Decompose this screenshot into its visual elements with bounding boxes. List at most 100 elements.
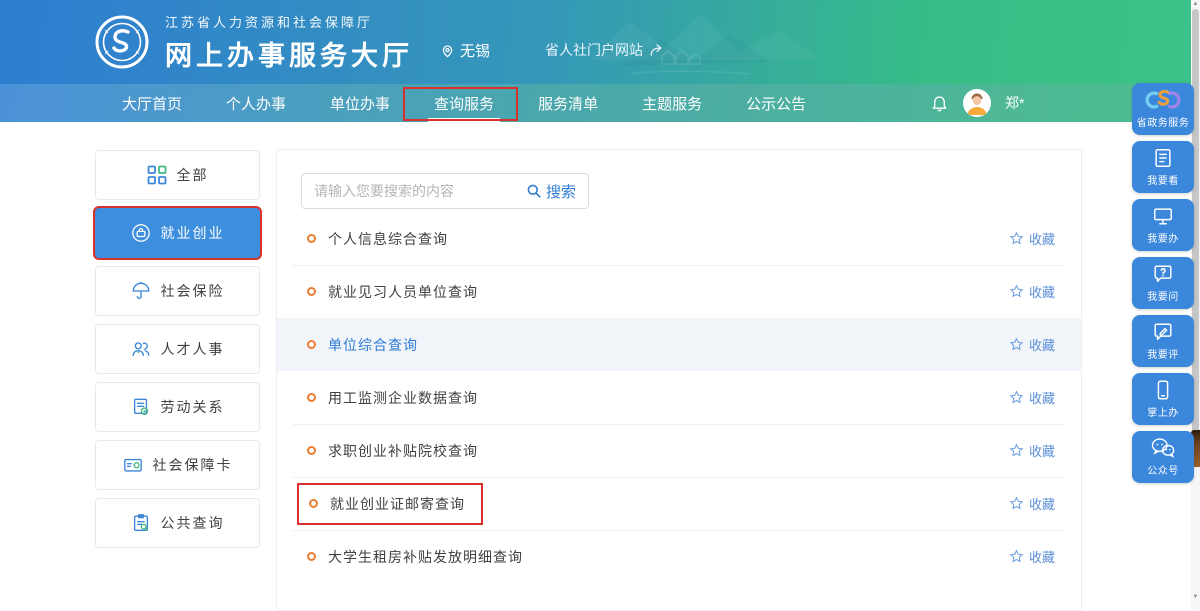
nav-item-service-list[interactable]: 服务清单 — [516, 84, 620, 122]
bullet-icon — [307, 234, 316, 243]
quickbar-wechat-account[interactable]: 公众号 — [1132, 431, 1194, 483]
star-icon — [1009, 231, 1024, 246]
search-input[interactable] — [302, 183, 522, 199]
scrollbar-down-arrow[interactable]: ▼ — [1191, 593, 1200, 602]
sidebar-item-talent[interactable]: 人才人事 — [95, 324, 260, 374]
portal-link[interactable]: 省人社门户网站 — [545, 40, 665, 60]
nav-item-home[interactable]: 大厅首页 — [100, 84, 204, 122]
logged-in-user[interactable]: 郑* — [1005, 93, 1024, 113]
favorite-label: 收藏 — [1029, 388, 1055, 407]
wechat-icon — [1150, 437, 1176, 459]
service-row-certificate-mailing[interactable]: 就业创业证邮寄查询 收藏 — [277, 477, 1081, 530]
user-avatar[interactable] — [963, 89, 991, 117]
service-label: 大学生租房补贴发放明细查询 — [328, 547, 523, 567]
document-icon — [131, 397, 151, 417]
service-row-personal-info[interactable]: 个人信息综合查询 收藏 — [277, 212, 1081, 265]
category-sidebar: 全部 就业创业 社会保险 — [95, 150, 260, 556]
nav-item-theme-services[interactable]: 主题服务 — [620, 84, 724, 122]
sidebar-item-label: 社会保障卡 — [153, 455, 233, 475]
star-icon — [1009, 443, 1024, 458]
favorite-button[interactable]: 收藏 — [1009, 494, 1055, 513]
question-bubble-icon — [1152, 263, 1174, 285]
quickbar-label: 掌上办 — [1147, 404, 1179, 419]
sidebar-item-all[interactable]: 全部 — [95, 150, 260, 200]
bullet-icon — [307, 287, 316, 296]
favorite-button[interactable]: 收藏 — [1009, 388, 1055, 407]
annotation-box-service: 就业创业证邮寄查询 — [297, 483, 483, 525]
star-icon — [1009, 337, 1024, 352]
city-name: 无锡 — [460, 40, 490, 61]
search-box: 搜索 — [301, 173, 589, 209]
department-name: 江苏省人力资源和社会保障厅 — [165, 12, 413, 31]
grid-icon — [147, 165, 167, 185]
service-label: 用工监测企业数据查询 — [328, 388, 478, 408]
service-row-employment-monitoring[interactable]: 用工监测企业数据查询 收藏 — [277, 371, 1081, 424]
quickbar-label: 我要问 — [1147, 288, 1179, 303]
nav-item-unit[interactable]: 单位办事 — [308, 84, 412, 122]
card-icon — [123, 455, 143, 475]
quickbar-gov-service[interactable]: 省政务服务 — [1132, 83, 1194, 135]
quickbar-mobile[interactable]: 掌上办 — [1132, 373, 1194, 425]
agency-logo-icon — [95, 15, 149, 69]
sidebar-item-label: 就业创业 — [161, 223, 225, 243]
city-selector[interactable]: 无锡 — [440, 40, 490, 61]
search-button[interactable]: 搜索 — [522, 181, 588, 202]
people-icon — [131, 339, 151, 359]
favorite-label: 收藏 — [1029, 494, 1055, 513]
nav-item-announcements[interactable]: 公示公告 — [724, 84, 828, 122]
service-label: 求职创业补贴院校查询 — [328, 441, 478, 461]
sidebar-item-labor-relations[interactable]: 劳动关系 — [95, 382, 260, 432]
sidebar-item-label: 人才人事 — [161, 339, 225, 359]
favorite-button[interactable]: 收藏 — [1009, 282, 1055, 301]
sidebar-item-employment[interactable]: 就业创业 — [95, 208, 260, 258]
search-icon — [526, 183, 542, 199]
service-list: 个人信息综合查询 收藏 就业见习人员单位查询 收藏 — [277, 212, 1081, 583]
service-label: 就业创业证邮寄查询 — [330, 494, 465, 514]
nav-item-query-services[interactable]: 查询服务 — [412, 84, 516, 122]
sidebar-item-social-security-card[interactable]: 社会保障卡 — [95, 440, 260, 490]
nav-user-area: 郑* — [930, 84, 1024, 122]
service-row-student-rent-subsidy[interactable]: 大学生租房补贴发放明细查询 收藏 — [277, 530, 1081, 583]
bullet-icon — [307, 340, 316, 349]
location-pin-icon — [440, 43, 455, 59]
quickbar-i-want-to-do[interactable]: 我要办 — [1132, 199, 1194, 251]
quickbar-label: 公众号 — [1147, 462, 1179, 477]
bullet-icon — [307, 446, 316, 455]
sidebar-item-public-query[interactable]: 公共查询 — [95, 498, 260, 548]
favorite-button[interactable]: 收藏 — [1009, 441, 1055, 460]
notification-bell-icon[interactable] — [930, 93, 949, 113]
pencil-bubble-icon — [1152, 321, 1174, 343]
news-icon — [1152, 147, 1174, 169]
avatar-image — [963, 89, 991, 117]
favorite-button[interactable]: 收藏 — [1009, 229, 1055, 248]
favorite-button[interactable]: 收藏 — [1009, 547, 1055, 566]
quickbar-i-want-to-ask[interactable]: 我要问 — [1132, 257, 1194, 309]
nav-items: 大厅首页 个人办事 单位办事 查询服务 服务清单 主题服务 公示公告 — [0, 84, 828, 122]
sidebar-item-label: 全部 — [177, 165, 209, 185]
bullet-icon — [307, 552, 316, 561]
service-row-job-subsidy-school[interactable]: 求职创业补贴院校查询 收藏 — [277, 424, 1081, 477]
favorite-label: 收藏 — [1029, 547, 1055, 566]
quickbar-i-want-to-review[interactable]: 我要评 — [1132, 315, 1194, 367]
sidebar-item-label: 社会保险 — [161, 281, 225, 301]
service-row-internship-unit[interactable]: 就业见习人员单位查询 收藏 — [277, 265, 1081, 318]
external-arrow-icon — [649, 43, 665, 57]
site-title: 网上办事服务大厅 — [165, 34, 413, 73]
quickbar-label: 我要看 — [1147, 172, 1179, 187]
nav-item-personal[interactable]: 个人办事 — [204, 84, 308, 122]
sidebar-item-label: 劳动关系 — [161, 397, 225, 417]
service-row-unit-comprehensive[interactable]: 单位综合查询 收藏 — [277, 318, 1081, 371]
floating-quickbar: 省政务服务 我要看 我要办 我要问 — [1132, 83, 1194, 483]
service-list-panel: 搜索 个人信息综合查询 收藏 就业见习人员单位查询 — [276, 149, 1082, 611]
search-button-label: 搜索 — [546, 181, 576, 202]
service-label: 个人信息综合查询 — [328, 229, 448, 249]
sidebar-item-social-insurance[interactable]: 社会保险 — [95, 266, 260, 316]
favorite-label: 收藏 — [1029, 441, 1055, 460]
quickbar-i-want-to-read[interactable]: 我要看 — [1132, 141, 1194, 193]
umbrella-icon — [131, 281, 151, 301]
favorite-button[interactable]: 收藏 — [1009, 335, 1055, 354]
clipboard-search-icon — [131, 513, 151, 533]
bullet-icon — [307, 393, 316, 402]
star-icon — [1009, 496, 1024, 511]
scrollbar-up-arrow[interactable]: ▲ — [1191, 0, 1200, 9]
